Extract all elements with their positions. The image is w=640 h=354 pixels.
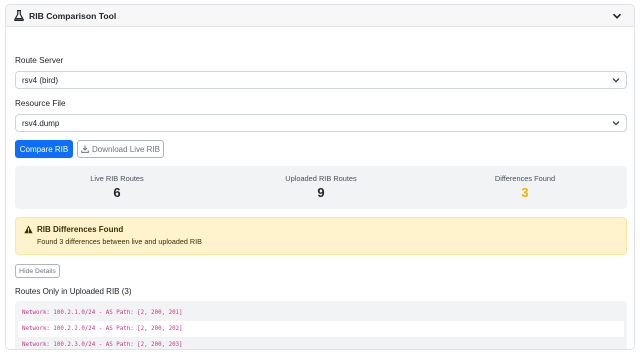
resource-file-select[interactable]: rsv4.dump xyxy=(15,114,627,132)
stat-label: Live RIB Routes xyxy=(90,174,144,183)
stat-uploaded-rib: Uploaded RIB Routes 9 xyxy=(219,166,423,209)
alert-title-row: RIB Differences Found xyxy=(24,225,618,234)
card-header[interactable]: RIB Comparison Tool xyxy=(6,5,634,27)
flask-icon xyxy=(14,10,24,21)
routes-list: Network: 100.2.1.0/24 - AS Path: [2, 200… xyxy=(15,301,627,349)
stat-value: 6 xyxy=(113,185,121,200)
route-item: Network: 100.2.3.0/24 - AS Path: [2, 200… xyxy=(22,342,183,348)
alert-title: RIB Differences Found xyxy=(37,225,124,234)
chevron-down-icon xyxy=(612,119,620,127)
route-server-select[interactable]: rsv4 (bird) xyxy=(15,71,627,89)
download-icon xyxy=(81,145,89,153)
resource-file-value: rsv4.dump xyxy=(22,118,60,128)
rib-comparison-card: RIB Comparison Tool Route Server rsv4 (b… xyxy=(5,4,635,350)
route-item: Network: 100.2.1.0/24 - AS Path: [2, 200… xyxy=(22,310,183,316)
chevron-down-icon[interactable] xyxy=(612,11,622,21)
stat-value: 9 xyxy=(317,185,325,200)
download-button-label: Download Live RIB xyxy=(91,144,161,154)
route-server-value: rsv4 (bird) xyxy=(22,75,59,85)
stat-differences: Differences Found 3 xyxy=(423,166,627,209)
stat-label: Differences Found xyxy=(494,174,556,183)
stat-live-rib: Live RIB Routes 6 xyxy=(15,166,219,209)
warning-icon xyxy=(24,225,33,234)
route-server-label: Route Server xyxy=(15,56,64,65)
stats-panel: Live RIB Routes 6 Uploaded RIB Routes 9 … xyxy=(15,166,627,209)
uploaded-only-title: Routes Only in Uploaded RIB (3) xyxy=(15,287,132,296)
stat-value: 3 xyxy=(521,185,529,200)
chevron-down-icon xyxy=(612,76,620,84)
differences-alert: RIB Differences Found Found 3 difference… xyxy=(15,217,627,255)
hide-details-button[interactable]: Hide Details xyxy=(15,264,60,278)
download-live-rib-button[interactable]: Download Live RIB xyxy=(77,140,164,158)
card-title: RIB Comparison Tool xyxy=(29,10,117,21)
stat-label: Uploaded RIB Routes xyxy=(285,174,357,183)
route-item: Network: 100.2.2.0/24 - AS Path: [2, 200… xyxy=(18,321,624,337)
resource-file-label: Resource File xyxy=(15,99,66,108)
compare-rib-button[interactable]: Compare RIB xyxy=(15,140,73,158)
alert-message: Found 3 differences between live and upl… xyxy=(37,237,202,246)
